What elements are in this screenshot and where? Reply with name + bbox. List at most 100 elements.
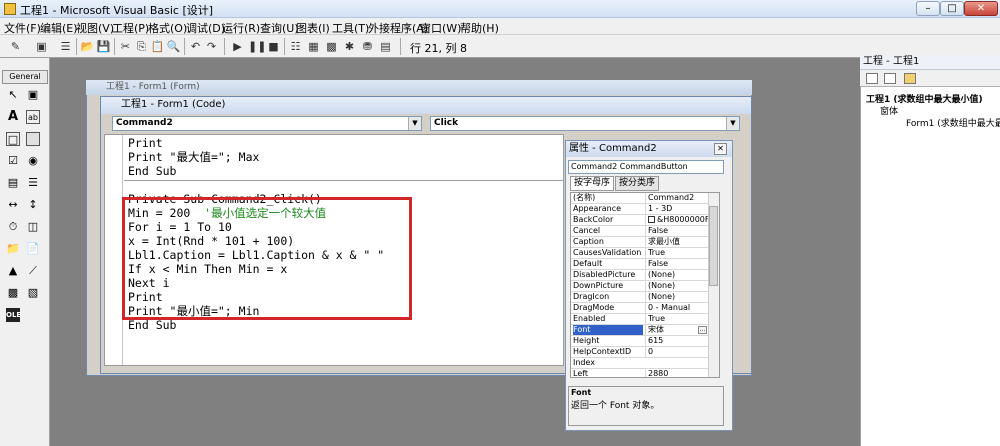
menu-debug[interactable]: 调试(D) xyxy=(186,20,225,36)
menu-file[interactable]: 文件(F) xyxy=(4,20,41,36)
paste-icon[interactable]: 📋 xyxy=(150,39,165,54)
drivelist-tool-icon[interactable]: ◫ xyxy=(26,220,40,234)
property-row[interactable]: Height 615 xyxy=(571,336,711,347)
window-title: 工程1 - Microsoft Visual Basic [设计] xyxy=(20,4,214,17)
timer-tool-icon[interactable]: ⏱ xyxy=(6,220,20,234)
menu-project[interactable]: 工程(P) xyxy=(112,20,149,36)
properties-object-combo[interactable]: Command2 CommandButton xyxy=(568,160,724,174)
shape-tool-icon[interactable]: ▲ xyxy=(6,264,20,278)
property-row[interactable]: Default False xyxy=(571,259,711,270)
property-row[interactable]: Enabled True xyxy=(571,314,711,325)
tree-form1[interactable]: Form1 (求数组中最大最小值) xyxy=(906,116,1000,129)
property-row[interactable]: CausesValidation True xyxy=(571,248,711,259)
menu-run[interactable]: 运行(R) xyxy=(222,20,260,36)
tab-alphabetic[interactable]: 按字母序 xyxy=(570,176,614,191)
procedure-combo-value: Click xyxy=(434,118,459,128)
properties-object-value: Command2 CommandButton xyxy=(571,162,688,171)
procedure-separator xyxy=(124,180,564,181)
procedure-combo[interactable]: Click ▼ xyxy=(430,116,740,131)
picturebox-tool-icon[interactable]: ▣ xyxy=(26,88,40,102)
start-icon[interactable]: ▶ xyxy=(230,39,245,54)
close-button[interactable]: ✕ xyxy=(964,1,998,16)
maximize-button[interactable]: □ xyxy=(940,1,964,16)
cut-icon[interactable]: ✂ xyxy=(118,39,133,54)
ole-tool-icon[interactable]: OLE xyxy=(6,308,21,322)
listbox-tool-icon[interactable]: ☰ xyxy=(26,176,40,190)
property-row[interactable]: Index xyxy=(571,358,711,369)
view-object-icon[interactable] xyxy=(884,73,896,84)
tree-forms-folder[interactable]: 窗体 xyxy=(880,104,898,117)
filelist-tool-icon[interactable]: 📄 xyxy=(26,242,40,256)
ellipsis-button[interactable]: ... xyxy=(698,326,707,334)
dirlist-tool-icon[interactable]: 📁 xyxy=(6,242,20,256)
property-row[interactable]: DisabledPicture (None) xyxy=(571,270,711,281)
view-code-icon[interactable] xyxy=(866,73,878,84)
toolbox-panel: General ↖ ▣ A ab □ ☑ ◉ ▤ ☰ ↔ ↕ ⏱ ◫ 📁 📄 ▲… xyxy=(0,58,50,446)
property-row[interactable]: Cancel False xyxy=(571,226,711,237)
save-project-icon[interactable]: 💾 xyxy=(96,39,111,54)
frame-tool-icon[interactable]: □ xyxy=(6,132,20,146)
properties-close-button[interactable]: ✕ xyxy=(714,143,727,155)
menu-query[interactable]: 查询(U) xyxy=(260,20,299,36)
object-browser-icon[interactable]: ▤ xyxy=(378,39,393,54)
menu-tools[interactable]: 工具(T) xyxy=(332,20,369,36)
project-explorer-icon[interactable]: ☷ xyxy=(288,39,303,54)
property-row[interactable]: DragIcon (None) xyxy=(571,292,711,303)
menu-help[interactable]: 帮助(H) xyxy=(460,20,499,36)
toolbox-icon[interactable]: ✱ xyxy=(342,39,357,54)
chevron-down-icon[interactable]: ▼ xyxy=(408,117,421,130)
property-row[interactable]: HelpContextID 0 xyxy=(571,347,711,358)
end-icon[interactable]: ■ xyxy=(266,39,281,54)
commandbutton-tool-icon[interactable] xyxy=(26,132,40,146)
combobox-tool-icon[interactable]: ▤ xyxy=(6,176,20,190)
property-row[interactable]: Caption 求最小值 xyxy=(571,237,711,248)
add-form-icon[interactable]: ▣ xyxy=(34,39,49,54)
menu-format[interactable]: 格式(O) xyxy=(148,20,187,36)
data-view-icon[interactable]: ⛃ xyxy=(360,39,375,54)
break-icon[interactable]: ❚❚ xyxy=(248,39,266,54)
property-row[interactable]: BackColor &H8000000F& xyxy=(571,215,711,226)
code-line[interactable]: Print xyxy=(128,136,163,150)
image-tool-icon[interactable]: ▩ xyxy=(6,286,20,300)
checkbox-tool-icon[interactable]: ☑ xyxy=(6,154,20,168)
vscroll-tool-icon[interactable]: ↕ xyxy=(26,198,40,212)
project-explorer-title: 工程 - 工程1 xyxy=(860,55,1000,70)
menu-view[interactable]: 视图(V) xyxy=(76,20,114,36)
tab-categorized[interactable]: 按分类序 xyxy=(615,176,659,191)
property-row-selected[interactable]: Font 宋体 xyxy=(571,325,711,336)
hscroll-tool-icon[interactable]: ↔ xyxy=(6,198,20,212)
form-layout-icon[interactable]: ▩ xyxy=(324,39,339,54)
toolbox-header: General xyxy=(2,70,48,84)
menu-window[interactable]: 窗口(W) xyxy=(420,20,461,36)
add-project-icon[interactable]: ✎ xyxy=(8,39,23,54)
property-row[interactable]: DownPicture (None) xyxy=(571,281,711,292)
code-line[interactable]: End Sub xyxy=(128,318,176,332)
toggle-folders-icon[interactable] xyxy=(904,73,916,84)
copy-icon[interactable]: ⎘ xyxy=(134,39,149,54)
open-project-icon[interactable]: 📂 xyxy=(80,39,95,54)
redo-icon[interactable]: ↷ xyxy=(204,39,219,54)
textbox-tool-icon[interactable]: ab xyxy=(26,110,40,124)
code-line[interactable]: End Sub xyxy=(128,164,176,178)
data-tool-icon[interactable]: ▧ xyxy=(26,286,40,300)
code-margin xyxy=(105,135,123,365)
code-line[interactable]: Print "最大值="; Max xyxy=(128,150,259,164)
scrollbar-thumb[interactable] xyxy=(709,206,718,286)
menu-diagram[interactable]: 图表(I) xyxy=(296,20,330,36)
pointer-tool-icon[interactable]: ↖ xyxy=(6,88,20,102)
property-row[interactable]: (名称) Command2 xyxy=(571,193,711,204)
line-tool-icon[interactable]: ⟋ xyxy=(26,264,40,278)
object-combo[interactable]: Command2 ▼ xyxy=(112,116,422,131)
property-row[interactable]: Left 2880 xyxy=(571,369,711,377)
property-row[interactable]: DragMode 0 - Manual xyxy=(571,303,711,314)
properties-window-icon[interactable]: ▦ xyxy=(306,39,321,54)
menu-edit[interactable]: 编辑(E) xyxy=(40,20,78,36)
chevron-down-icon[interactable]: ▼ xyxy=(726,117,739,130)
undo-icon[interactable]: ↶ xyxy=(188,39,203,54)
menu-editor-icon[interactable]: ☰ xyxy=(58,39,73,54)
minimize-button[interactable]: – xyxy=(916,1,940,16)
optionbutton-tool-icon[interactable]: ◉ xyxy=(26,154,40,168)
property-row[interactable]: Appearance 1 - 3D xyxy=(571,204,711,215)
label-tool-icon[interactable]: A xyxy=(6,110,20,124)
find-icon[interactable]: 🔍 xyxy=(166,39,181,54)
